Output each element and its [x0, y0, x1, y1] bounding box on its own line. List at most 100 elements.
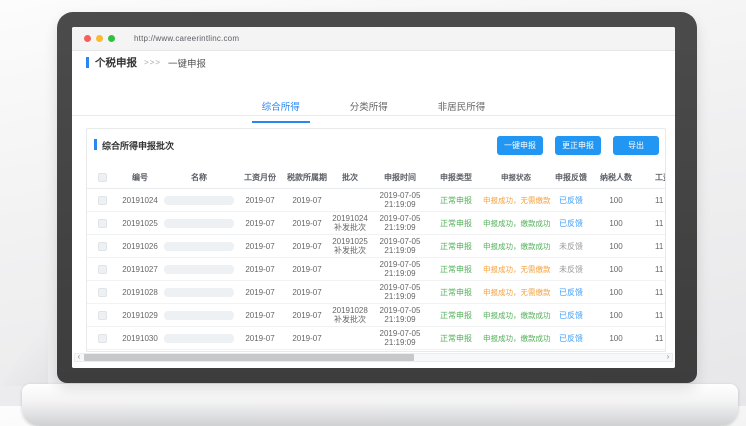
redacted-name-pill — [164, 288, 234, 297]
cell-filing-time: 2019-07-0521:19:09 — [371, 306, 429, 324]
row-checkbox[interactable] — [98, 311, 107, 320]
cell-salary-month: 2019-07 — [235, 242, 285, 251]
cell-tax-period: 2019-07 — [285, 288, 329, 297]
table-row[interactable]: 20191027 2019-07 2019-07 2019-07-0521:19… — [87, 258, 665, 281]
tab-classified-income[interactable]: 分类所得 — [344, 95, 394, 123]
cell-filing-time: 2019-07-0521:19:09 — [371, 237, 429, 255]
tab-bar: 综合所得 分类所得 非居民所得 — [72, 95, 675, 123]
cell-filing-type: 正常申报 — [429, 219, 483, 228]
redacted-name-pill — [164, 242, 234, 251]
cell-filing-status: 申报成功，无需缴款 — [483, 196, 549, 205]
horizontal-scrollbar[interactable]: ‹ › — [74, 353, 673, 362]
accent-bar — [86, 57, 89, 68]
row-checkbox[interactable] — [98, 288, 107, 297]
cell-taxpayer-count: 100 — [593, 219, 639, 228]
column-header-filing-time: 申报时间 — [371, 173, 429, 182]
cell-salary-total: 11 — [639, 242, 665, 251]
accent-bar — [94, 139, 97, 150]
cell-salary-total: 11 — [639, 265, 665, 274]
cell-filing-status: 申报成功，缴款成功 — [483, 219, 549, 228]
one-click-filing-button[interactable]: 一键申报 — [497, 136, 543, 155]
breadcrumb-section: 个税申报 — [95, 55, 137, 70]
panel-actions: 一键申报 更正申报 导出 — [497, 136, 659, 155]
cell-taxpayer-count: 100 — [593, 265, 639, 274]
column-header-filing-type: 申报类型 — [429, 173, 483, 182]
redacted-name-pill — [164, 196, 234, 205]
cell-tax-period: 2019-07 — [285, 219, 329, 228]
cell-batch: 20191028补发批次 — [329, 306, 371, 324]
breadcrumb: 个税申报 >>> 一键申报 — [86, 56, 206, 69]
cell-salary-month: 2019-07 — [235, 265, 285, 274]
row-checkbox[interactable] — [98, 196, 107, 205]
tab-comprehensive-income[interactable]: 综合所得 — [256, 95, 306, 123]
cell-filing-time: 2019-07-0521:19:09 — [371, 214, 429, 232]
tab-nonresident-income[interactable]: 非居民所得 — [432, 95, 492, 123]
cell-filing-status: 申报成功，无需缴款 — [483, 265, 549, 274]
column-header-salary-month: 工资月份 — [235, 173, 285, 182]
row-checkbox[interactable] — [98, 242, 107, 251]
cell-batch: 20191025补发批次 — [329, 237, 371, 255]
cell-salary-total: 11 — [639, 196, 665, 205]
browser-chrome: http://www.careerintlinc.com — [72, 27, 675, 51]
cell-id: 20191026 — [117, 242, 163, 251]
traffic-light-yellow-icon[interactable] — [96, 35, 103, 42]
row-checkbox[interactable] — [98, 265, 107, 274]
scrollbar-thumb[interactable] — [84, 354, 414, 361]
table-body: 20191024 2019-07 2019-07 2019-07-0521:19… — [87, 189, 665, 350]
cell-salary-month: 2019-07 — [235, 334, 285, 343]
cell-salary-month: 2019-07 — [235, 311, 285, 320]
cell-salary-total: 11 — [639, 288, 665, 297]
cell-taxpayer-count: 100 — [593, 311, 639, 320]
cell-taxpayer-count: 100 — [593, 242, 639, 251]
cell-tax-period: 2019-07 — [285, 196, 329, 205]
cell-tax-period: 2019-07 — [285, 311, 329, 320]
correction-filing-button[interactable]: 更正申报 — [555, 136, 601, 155]
cell-salary-month: 2019-07 — [235, 219, 285, 228]
address-bar[interactable]: http://www.careerintlinc.com — [134, 34, 239, 43]
table-header-row: 编号 名称 工资月份 税款所属期 批次 申报时间 申报类型 申报状态 申报反馈 … — [87, 166, 665, 189]
cell-taxpayer-count: 100 — [593, 288, 639, 297]
table-row[interactable]: 20191029 2019-07 2019-07 20191028补发批次 20… — [87, 304, 665, 327]
traffic-light-red-icon[interactable] — [84, 35, 91, 42]
row-checkbox[interactable] — [98, 219, 107, 228]
cell-filing-type: 正常申报 — [429, 334, 483, 343]
export-button[interactable]: 导出 — [613, 136, 659, 155]
traffic-light-green-icon[interactable] — [108, 35, 115, 42]
column-header-taxpayer-count: 纳税人数 — [593, 173, 639, 182]
cell-filing-status: 申报成功，缴款成功 — [483, 242, 549, 251]
batch-table: 编号 名称 工资月份 税款所属期 批次 申报时间 申报类型 申报状态 申报反馈 … — [87, 166, 665, 351]
cell-filing-status: 申报成功，无需缴款 — [483, 288, 549, 297]
cell-salary-month: 2019-07 — [235, 288, 285, 297]
cell-taxpayer-count: 100 — [593, 196, 639, 205]
cell-filing-time: 2019-07-0521:19:09 — [371, 191, 429, 209]
redacted-name-pill — [164, 334, 234, 343]
cell-id: 20191028 — [117, 288, 163, 297]
cell-feedback: 未反馈 — [549, 265, 593, 274]
cell-name — [163, 196, 235, 205]
row-checkbox[interactable] — [98, 334, 107, 343]
cell-name — [163, 242, 235, 251]
cell-id: 20191029 — [117, 311, 163, 320]
table-row[interactable]: 20191030 2019-07 2019-07 2019-07-0521:19… — [87, 327, 665, 350]
table-row[interactable]: 20191025 2019-07 2019-07 20191024补发批次 20… — [87, 212, 665, 235]
scroll-left-icon[interactable]: ‹ — [75, 353, 83, 362]
column-header-batch: 批次 — [329, 173, 371, 182]
cell-feedback: 已反馈 — [549, 334, 593, 343]
cell-name — [163, 311, 235, 320]
tab-divider — [72, 115, 675, 116]
panel-title: 综合所得申报批次 — [102, 139, 174, 152]
cell-id: 20191024 — [117, 196, 163, 205]
cell-id: 20191025 — [117, 219, 163, 228]
table-row[interactable]: 20191028 2019-07 2019-07 2019-07-0521:19… — [87, 281, 665, 304]
table-row[interactable]: 20191024 2019-07 2019-07 2019-07-0521:19… — [87, 189, 665, 212]
laptop-frame: http://www.careerintlinc.com 个税申报 >>> 一键… — [57, 12, 697, 383]
cell-tax-period: 2019-07 — [285, 334, 329, 343]
cell-name — [163, 288, 235, 297]
cell-taxpayer-count: 100 — [593, 334, 639, 343]
select-all-checkbox[interactable] — [98, 173, 107, 182]
table-row[interactable]: 20191026 2019-07 2019-07 20191025补发批次 20… — [87, 235, 665, 258]
scroll-right-icon[interactable]: › — [664, 353, 672, 362]
cell-filing-time: 2019-07-0521:19:09 — [371, 329, 429, 347]
redacted-name-pill — [164, 265, 234, 274]
cell-salary-total: 11 — [639, 311, 665, 320]
